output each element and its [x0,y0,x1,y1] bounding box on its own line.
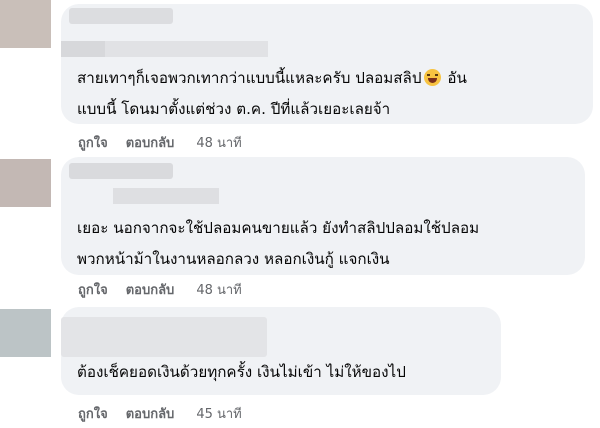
comment-3: ต้องเช็คยอดเงินด้วยทุกครั้ง เงินไม่เข้า … [0,305,600,428]
reply-button[interactable]: ตอบกลับ [126,279,175,300]
like-button[interactable]: ถูกใจ [78,279,108,300]
comment-text-line: พวกหน้าม้าในงานหลอกลวง หลอกเงินกู้ แจกเง… [77,250,390,268]
comment-text-line: เยอะ นอกจากจะใช้ปลอมคนขายแล้ว ยังทำสลิปป… [77,219,480,237]
commenter-name-redacted[interactable] [69,8,173,24]
comment-text: เยอะ นอกจากจะใช้ปลอมคนขายแล้ว ยังทำสลิปป… [77,213,479,244]
redacted-block [113,188,219,204]
commenter-avatar[interactable] [0,159,51,207]
comment-text-line: ต้องเช็คยอดเงินด้วยทุกครั้ง เงินไม่เข้า … [77,363,406,381]
reply-button[interactable]: ตอบกลับ [126,132,175,153]
comment-timestamp[interactable]: 45 นาที [196,403,241,424]
comment-actions: ถูกใจ ตอบกลับ 45 นาที [78,403,242,424]
comment-text: ต้องเช็คยอดเงินด้วยทุกครั้ง เงินไม่เข้า … [77,357,406,388]
comment-text: แบบนี้ โดนมาตั้งแต่ช่วง ต.ค. ปีที่แล้วเย… [77,94,390,125]
comments-page: { "comments": [ { "text_line_1": "สายเทา… [0,0,600,428]
comment-1: สายเทาๆก็เจอพวกเทากว่าแบบนี้แหละครับ ปลอ… [0,0,600,155]
commenter-name-redacted[interactable] [69,163,173,179]
like-button[interactable]: ถูกใจ [78,132,108,153]
commenter-name-redacted[interactable] [61,317,267,357]
commenter-avatar[interactable] [0,309,51,357]
comment-text-line: สายเทาๆก็เจอพวกเทากว่าแบบนี้แหละครับ ปลอ… [77,69,422,87]
comment-text-line: แบบนี้ โดนมาตั้งแต่ช่วง ต.ค. ปีที่แล้วเย… [77,100,391,118]
commenter-avatar[interactable] [0,0,51,48]
laughing-tears-emoji-icon [423,69,441,86]
comment-actions: ถูกใจ ตอบกลับ 48 นาที [78,279,242,300]
comment-actions: ถูกใจ ตอบกลับ 48 นาที [78,132,242,153]
reply-button[interactable]: ตอบกลับ [126,403,175,424]
comment-bubble: เยอะ นอกจากจะใช้ปลอมคนขายแล้ว ยังทำสลิปป… [61,157,585,275]
comment-2: เยอะ นอกจากจะใช้ปลอมคนขายแล้ว ยังทำสลิปป… [0,155,600,305]
comment-text-line: อัน [442,69,467,87]
comment-text: พวกหน้าม้าในงานหลอกลวง หลอกเงินกู้ แจกเง… [77,244,390,275]
comment-timestamp[interactable]: 48 นาที [196,279,241,300]
comment-bubble: สายเทาๆก็เจอพวกเทากว่าแบบนี้แหละครับ ปลอ… [61,4,593,124]
comment-bubble: ต้องเช็คยอดเงินด้วยทุกครั้ง เงินไม่เข้า … [61,307,501,395]
like-button[interactable]: ถูกใจ [78,403,108,424]
redacted-block [61,41,105,57]
comment-timestamp[interactable]: 48 นาที [196,132,241,153]
comment-text: สายเทาๆก็เจอพวกเทากว่าแบบนี้แหละครับ ปลอ… [77,63,467,94]
